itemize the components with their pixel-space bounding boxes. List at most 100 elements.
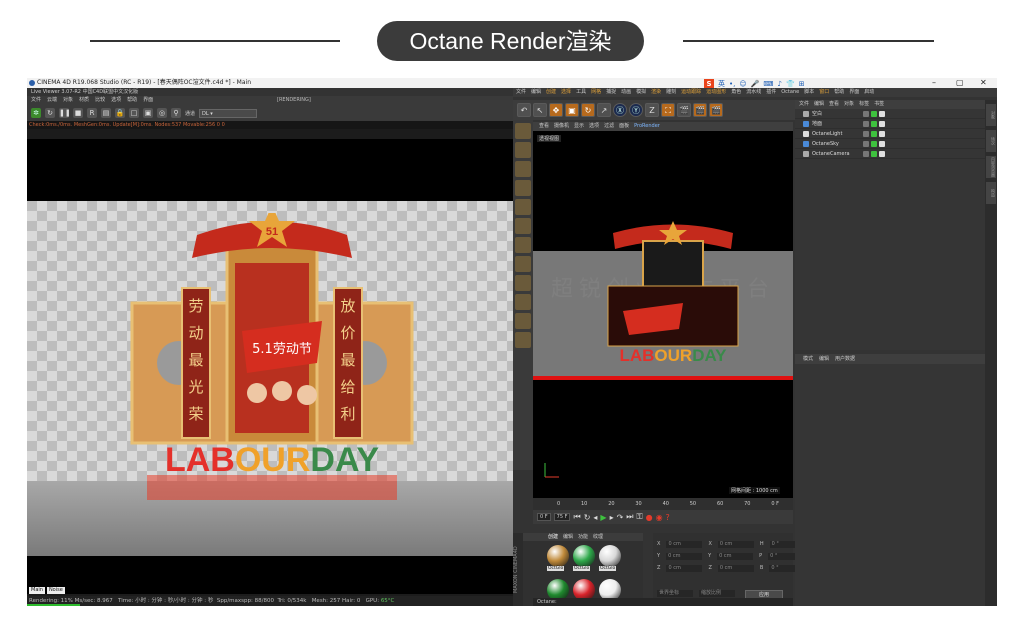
ime-item-6[interactable]: ♪ [778,80,782,88]
viewport-menu-item[interactable]: 显示 [574,122,584,131]
close-button[interactable]: ✕ [980,78,987,88]
c4d-menu-item[interactable]: 模拟 [636,88,646,97]
ime-item-2[interactable]: •, [729,80,735,88]
c4d-menu-item[interactable]: 选择 [561,88,571,97]
right-tab[interactable]: 构造 [986,182,996,204]
lv-menu-item[interactable]: 界面 [143,96,153,105]
object-tag-icon[interactable] [871,120,877,127]
object-tag-icon[interactable] [863,150,869,157]
object-tag-icon[interactable] [863,130,869,137]
edge-tool-icon[interactable] [515,199,531,215]
viewport-menu-item[interactable]: 面板 [619,122,629,131]
key-icon[interactable]: ⚿ [636,512,642,522]
lv-menu-item[interactable]: 选项 [111,96,121,105]
redo-icon[interactable]: ↷ [617,513,624,522]
coord-field[interactable]: 0 cm [666,565,703,572]
tab-noise[interactable]: Noise [46,587,65,594]
ime-item-7[interactable]: 👕 [786,80,795,88]
c4d-menu-item[interactable]: 角色 [731,88,741,97]
coord-field[interactable]: 0 cm [666,541,703,548]
ime-item-8[interactable]: ⊞ [799,80,805,88]
c4d-menu-item[interactable]: 创建 [546,88,556,97]
l-tool-icon[interactable] [515,237,531,253]
c4d-menu-item[interactable]: 流水线 [746,88,761,97]
c4d-menu-item[interactable]: 运动图形 [706,88,726,97]
viewport-menu-item[interactable]: 选项 [589,122,599,131]
refresh-icon[interactable]: ↻ [45,108,55,118]
material-swatch[interactable] [599,545,621,567]
object-tag-icon[interactable] [863,140,869,147]
object-row[interactable]: OctaneSky [795,139,985,149]
channel-select[interactable]: DL ▾ [199,108,258,118]
c4d-menu-item[interactable]: 网格 [591,88,601,97]
object-tag-icon[interactable] [863,110,869,117]
object-menu-item[interactable]: 查看 [829,100,839,109]
c4d-menu-item[interactable]: 窗口 [819,88,829,97]
viewport-menu-item[interactable]: 查看 [539,122,549,131]
object-menu-item[interactable]: 文件 [799,100,809,109]
record-icon[interactable]: ● [646,513,653,522]
render-picture-icon[interactable]: 🎬 [693,103,707,117]
loop-icon[interactable]: ↻ [584,513,591,522]
ime-item-5[interactable]: ⌨ [763,80,773,88]
c4d-menu-item[interactable]: 编辑 [531,88,541,97]
object-row[interactable]: 地面 [795,119,985,129]
pattern-tool-icon[interactable] [515,313,531,329]
material-menu-item[interactable]: 编辑 [563,533,573,541]
coord-field[interactable]: 0 cm [717,565,754,572]
lv-menu-item[interactable]: 云端 [47,96,57,105]
minimize-button[interactable]: – [932,78,936,88]
coord-field[interactable]: 0 cm [717,541,754,548]
c4d-menu-item[interactable]: 文件 [516,88,526,97]
prev-frame-icon[interactable]: ◂ [593,513,597,522]
square-icon[interactable]: □ [129,108,139,118]
ime-item-4[interactable]: 🎤 [751,80,760,88]
object-tag-icon[interactable] [871,150,877,157]
c4d-menu-item[interactable]: 运动跟踪 [681,88,701,97]
help-icon[interactable]: ? [666,513,670,522]
object-tag-icon[interactable] [871,140,877,147]
end-frame-field[interactable]: 75 F [553,513,571,521]
autokey-icon[interactable]: ◉ [656,513,663,522]
lock-icon[interactable]: 🔒 [115,108,125,118]
start-frame-field[interactable]: 0 F [537,513,551,521]
next-frame-icon[interactable]: ▸ [610,513,614,522]
magnet-tool-icon[interactable] [515,294,531,310]
coord-scale-select[interactable]: 缩放比例 [699,590,735,597]
frame-icon[interactable]: ▣ [143,108,153,118]
select-icon[interactable]: ↖ [533,103,547,117]
material-menu-item[interactable]: 纹理 [593,533,603,541]
lv-menu-item[interactable]: 对象 [63,96,73,105]
goto-start-icon[interactable]: ⏮ [573,512,580,522]
c4d-menu-item[interactable]: 动画 [621,88,631,97]
object-row[interactable]: 空白 [795,109,985,119]
coord-field[interactable]: 0 cm [717,553,754,560]
viewport-menu-item[interactable]: 摄像机 [554,122,569,131]
attribute-menu-item[interactable]: 编辑 [819,354,829,364]
snap-tool-icon[interactable] [515,275,531,291]
object-row[interactable]: OctaneLight [795,129,985,139]
render-settings-icon[interactable]: 🎬 [709,103,723,117]
object-tag-icon[interactable] [863,120,869,127]
timeline-ruler[interactable]: 0 10 20 30 40 50 60 70 0 F [533,498,793,510]
object-tag-icon[interactable] [879,140,885,147]
tab-main[interactable]: Main [29,587,45,594]
maximize-button[interactable]: ▢ [956,78,964,88]
c4d-menu-item[interactable]: 界面 [849,88,859,97]
c4d-menu-item[interactable]: 帮助 [834,88,844,97]
object-menu-item[interactable]: 书签 [874,100,884,109]
c4d-menu-item[interactable]: 工具 [576,88,586,97]
z-axis-icon[interactable]: Z [645,103,659,117]
c4d-menu-item[interactable]: 捕捉 [606,88,616,97]
object-row[interactable]: OctaneCamera [795,149,985,159]
render-view-icon[interactable]: 🎬 [677,103,691,117]
coord-icon[interactable]: ⛶ [661,103,675,117]
c4d-menu-item[interactable]: Octane [781,88,799,97]
cube-tool-icon[interactable] [515,123,531,139]
render-view[interactable]: 劳动最光荣 放价最给利 51 5.1劳动节 LABOURDAY [27,201,513,556]
region-icon[interactable]: R [87,108,97,118]
c4d-menu-item[interactable]: 脚本 [804,88,814,97]
lv-menu-item[interactable]: 比较 [95,96,105,105]
mouse-tool-icon[interactable] [515,256,531,272]
material-menu-item[interactable]: 创建 [548,533,558,541]
